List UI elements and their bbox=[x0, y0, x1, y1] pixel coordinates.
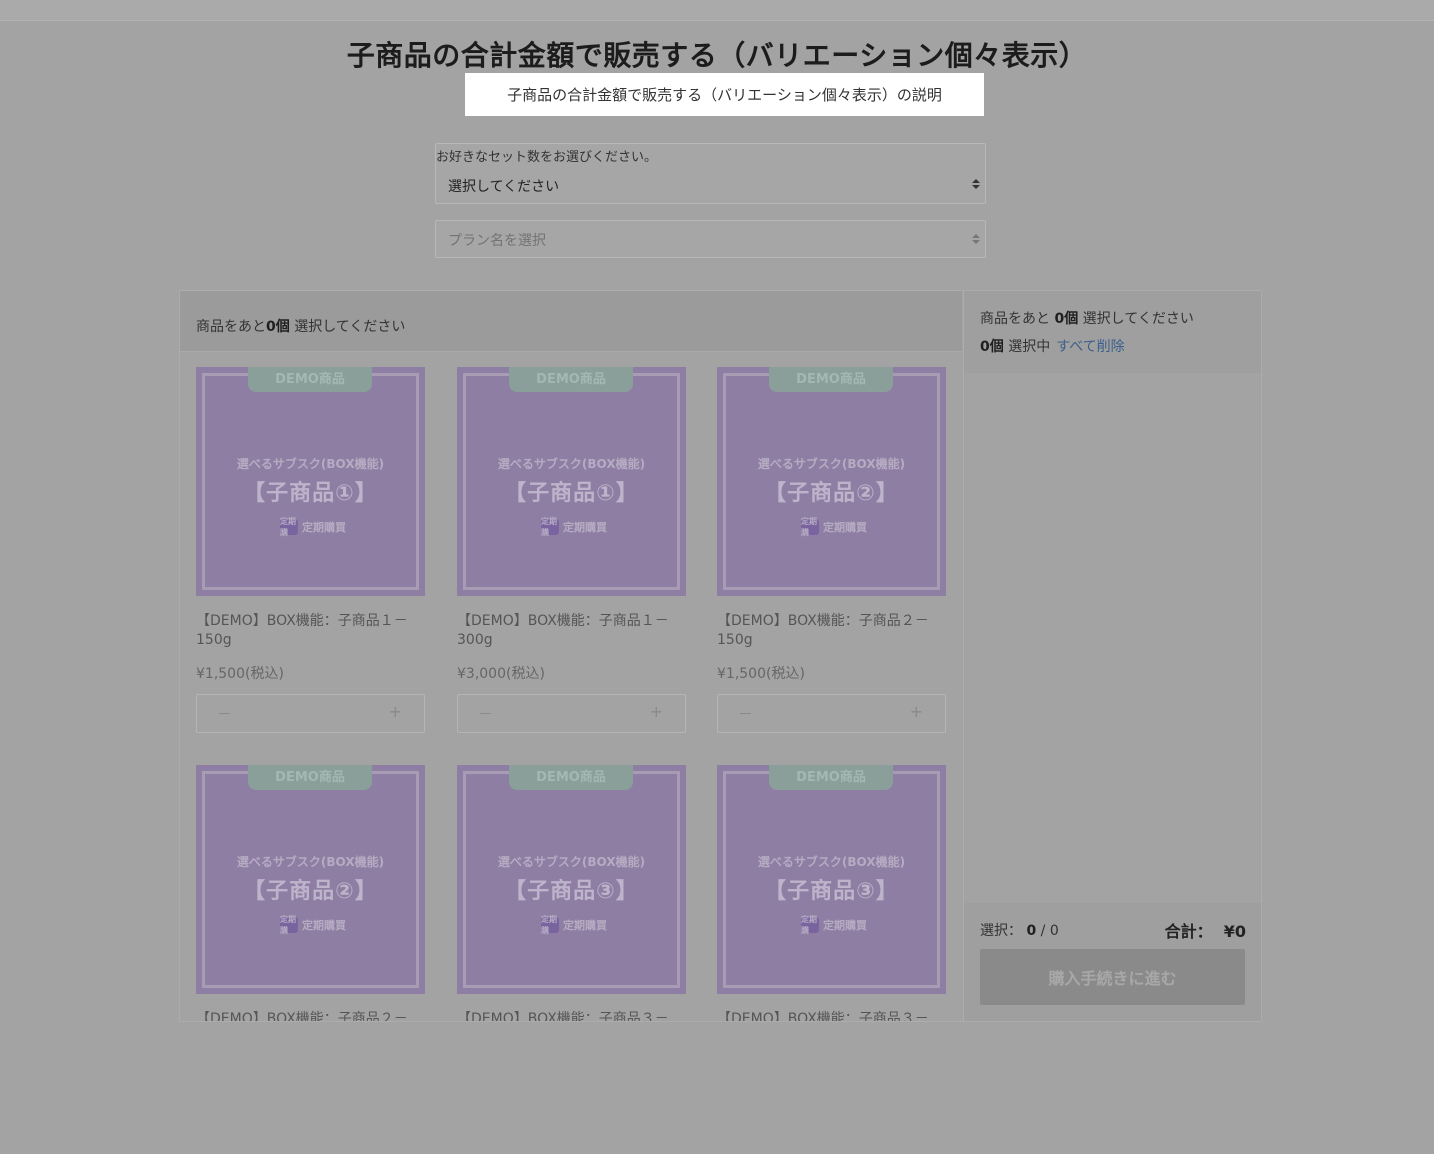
decrease-button[interactable]: － bbox=[738, 703, 753, 724]
subscription-badge-icon: 定期購 bbox=[541, 915, 559, 935]
product-image[interactable]: DEMO商品選べるサブスク(BOX機能) 【子商品③】定期購 定期購買 bbox=[717, 765, 946, 994]
image-subtitle: 選べるサブスク(BOX機能) bbox=[757, 855, 906, 869]
subscription-badge-icon: 定期購 bbox=[541, 517, 559, 537]
plan-select-placeholder: プラン名を選択 bbox=[448, 233, 546, 249]
increase-button[interactable]: + bbox=[389, 702, 402, 721]
cart-total: 合計： ¥0 bbox=[1164, 922, 1246, 941]
product-name[interactable]: 【DEMO】BOX機能：子商品３－ bbox=[717, 1010, 946, 1021]
image-title: 【子商品①】 bbox=[243, 481, 378, 506]
product-name[interactable]: 【DEMO】BOX機能：子商品１－300g bbox=[457, 612, 686, 650]
product-image[interactable]: DEMO商品選べるサブスク(BOX機能) 【子商品③】定期購 定期購買 bbox=[457, 765, 686, 994]
image-footer: 定期購 定期購買 bbox=[801, 517, 867, 537]
image-subtitle: 選べるサブスク(BOX機能) bbox=[497, 855, 646, 869]
set-count-label: お好きなセット数をお選びください。 bbox=[436, 150, 658, 165]
box-selection-panel: 商品をあと0個 選択してください DEMO商品 選べるサブスク(BOX機能) 【子商… bbox=[179, 290, 1262, 1022]
clear-all-link[interactable]: すべて削除 bbox=[1056, 339, 1124, 355]
checkout-button[interactable]: 購入手続きに進む bbox=[980, 949, 1245, 1005]
cart-selected-status: 0個 選択中 すべて削除 bbox=[980, 339, 1125, 355]
image-footer: 定期購 定期購買 bbox=[280, 915, 346, 935]
image-footer: 定期購 定期購買 bbox=[280, 517, 346, 537]
product-image[interactable]: DEMO商品選べるサブスク(BOX機能) 【子商品①】定期購 定期購買 bbox=[457, 367, 686, 596]
product-price: ¥1,500(税込) bbox=[196, 666, 284, 682]
quantity-stepper: － + bbox=[717, 694, 946, 733]
image-subtitle: 選べるサブスク(BOX機能) bbox=[757, 457, 906, 471]
image-title: 【子商品②】 bbox=[243, 879, 378, 904]
quantity-stepper: － + bbox=[457, 694, 686, 733]
demo-tag: DEMO商品 bbox=[509, 367, 633, 392]
demo-tag: DEMO商品 bbox=[769, 367, 893, 392]
demo-tag: DEMO商品 bbox=[769, 765, 893, 790]
product-name[interactable]: 【DEMO】BOX機能：子商品１－150g bbox=[196, 612, 425, 650]
image-subtitle: 選べるサブスク(BOX機能) bbox=[236, 855, 385, 869]
product-name[interactable]: 【DEMO】BOX機能：子商品２－ bbox=[196, 1010, 425, 1021]
increase-button[interactable]: + bbox=[650, 702, 663, 721]
image-title: 【子商品③】 bbox=[504, 879, 639, 904]
cart-sidebar: 商品をあと 0個 選択してください 0個 選択中 すべて削除 選択： 0 / 0 … bbox=[963, 291, 1261, 1021]
description-tooltip: 子商品の合計金額で販売する（バリエーション個々表示）の説明 bbox=[465, 73, 984, 116]
set-count-value: 選択してください bbox=[448, 179, 560, 195]
plan-select[interactable]: プラン名を選択 bbox=[435, 220, 986, 258]
product-name[interactable]: 【DEMO】BOX機能：子商品２－150g bbox=[717, 612, 946, 650]
product-grid: DEMO商品 選べるサブスク(BOX機能) 【子商品①】 定期購 定期購買 【DEMO】B… bbox=[180, 352, 962, 1021]
decrease-button[interactable]: － bbox=[217, 703, 232, 724]
product-price: ¥3,000(税込) bbox=[457, 666, 545, 682]
page-title: 子商品の合計金額で販売する（バリエーション個々表示） bbox=[346, 39, 1088, 72]
decrease-button[interactable]: － bbox=[478, 703, 493, 724]
subscription-badge-icon: 定期購 bbox=[280, 517, 298, 537]
remaining-message: 商品をあと0個 選択してください bbox=[196, 319, 406, 335]
product-list-header: 商品をあと0個 選択してください bbox=[180, 291, 962, 352]
image-subtitle: 選べるサブスク(BOX機能) bbox=[497, 457, 646, 471]
subscription-badge-icon: 定期購 bbox=[801, 915, 819, 935]
selection-count: 選択： 0 / 0 bbox=[980, 923, 1059, 939]
cart-remaining-message: 商品をあと 0個 選択してください bbox=[980, 311, 1194, 327]
subscription-badge-icon: 定期購 bbox=[280, 915, 298, 935]
image-footer: 定期購 定期購買 bbox=[541, 915, 607, 935]
quantity-stepper: － + bbox=[196, 694, 425, 733]
cart-footer: 選択： 0 / 0 合計： ¥0 購入手続きに進む bbox=[964, 903, 1261, 1021]
image-subtitle: 選べるサブスク(BOX機能) bbox=[236, 457, 385, 471]
product-image[interactable]: DEMO商品選べるサブスク(BOX機能) 【子商品②】定期購 定期購買 bbox=[196, 765, 425, 994]
demo-tag: DEMO商品 bbox=[248, 765, 372, 790]
image-title: 【子商品①】 bbox=[504, 481, 639, 506]
image-footer: 定期購 定期購買 bbox=[541, 517, 607, 537]
top-bar bbox=[0, 0, 1434, 21]
increase-button[interactable]: + bbox=[910, 702, 923, 721]
product-price: ¥1,500(税込) bbox=[717, 666, 805, 682]
product-name[interactable]: 【DEMO】BOX機能：子商品３－ bbox=[457, 1010, 686, 1021]
demo-tag: DEMO商品 bbox=[509, 765, 633, 790]
set-count-select[interactable]: お好きなセット数をお選びください。 選択してください bbox=[435, 143, 986, 204]
image-title: 【子商品③】 bbox=[764, 879, 899, 904]
image-title: 【子商品②】 bbox=[764, 481, 899, 506]
cart-header: 商品をあと 0個 選択してください 0個 選択中 すべて削除 bbox=[964, 291, 1261, 373]
subscription-badge-icon: 定期購 bbox=[801, 517, 819, 537]
product-image[interactable]: DEMO商品選べるサブスク(BOX機能) 【子商品②】定期購 定期購買 bbox=[717, 367, 946, 596]
image-footer: 定期購 定期購買 bbox=[801, 915, 867, 935]
product-image[interactable]: DEMO商品選べるサブスク(BOX機能) 【子商品①】定期購 定期購買 bbox=[196, 367, 425, 596]
demo-tag: DEMO商品 bbox=[248, 367, 372, 392]
